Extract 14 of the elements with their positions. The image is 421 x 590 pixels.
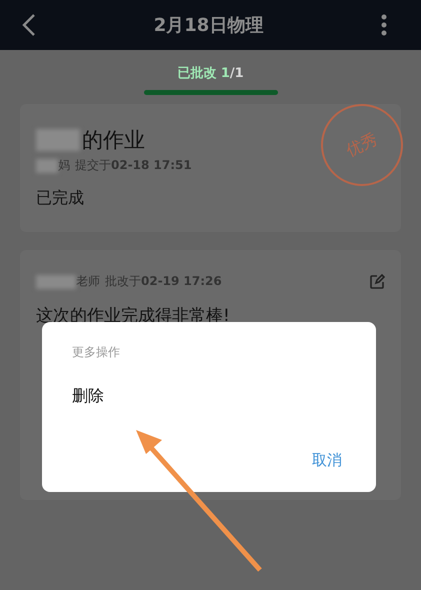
- more-icon[interactable]: [380, 14, 387, 36]
- page-title: 2月18日物理: [154, 14, 264, 37]
- blurred-name: [36, 129, 80, 151]
- edit-icon[interactable]: [369, 274, 385, 290]
- homework-status: 已完成: [36, 188, 85, 209]
- blurred-name: [36, 274, 76, 288]
- reviewed-tab[interactable]: 已批改 1/1: [144, 64, 278, 102]
- submitter-name: 妈: [58, 157, 70, 174]
- back-icon[interactable]: [22, 13, 36, 37]
- dialog-title: 更多操作: [72, 344, 120, 361]
- homework-title: 的作业: [82, 127, 145, 154]
- delete-option[interactable]: 删除: [72, 386, 104, 407]
- cancel-button[interactable]: 取消: [312, 451, 342, 470]
- blurred-name: [36, 158, 58, 172]
